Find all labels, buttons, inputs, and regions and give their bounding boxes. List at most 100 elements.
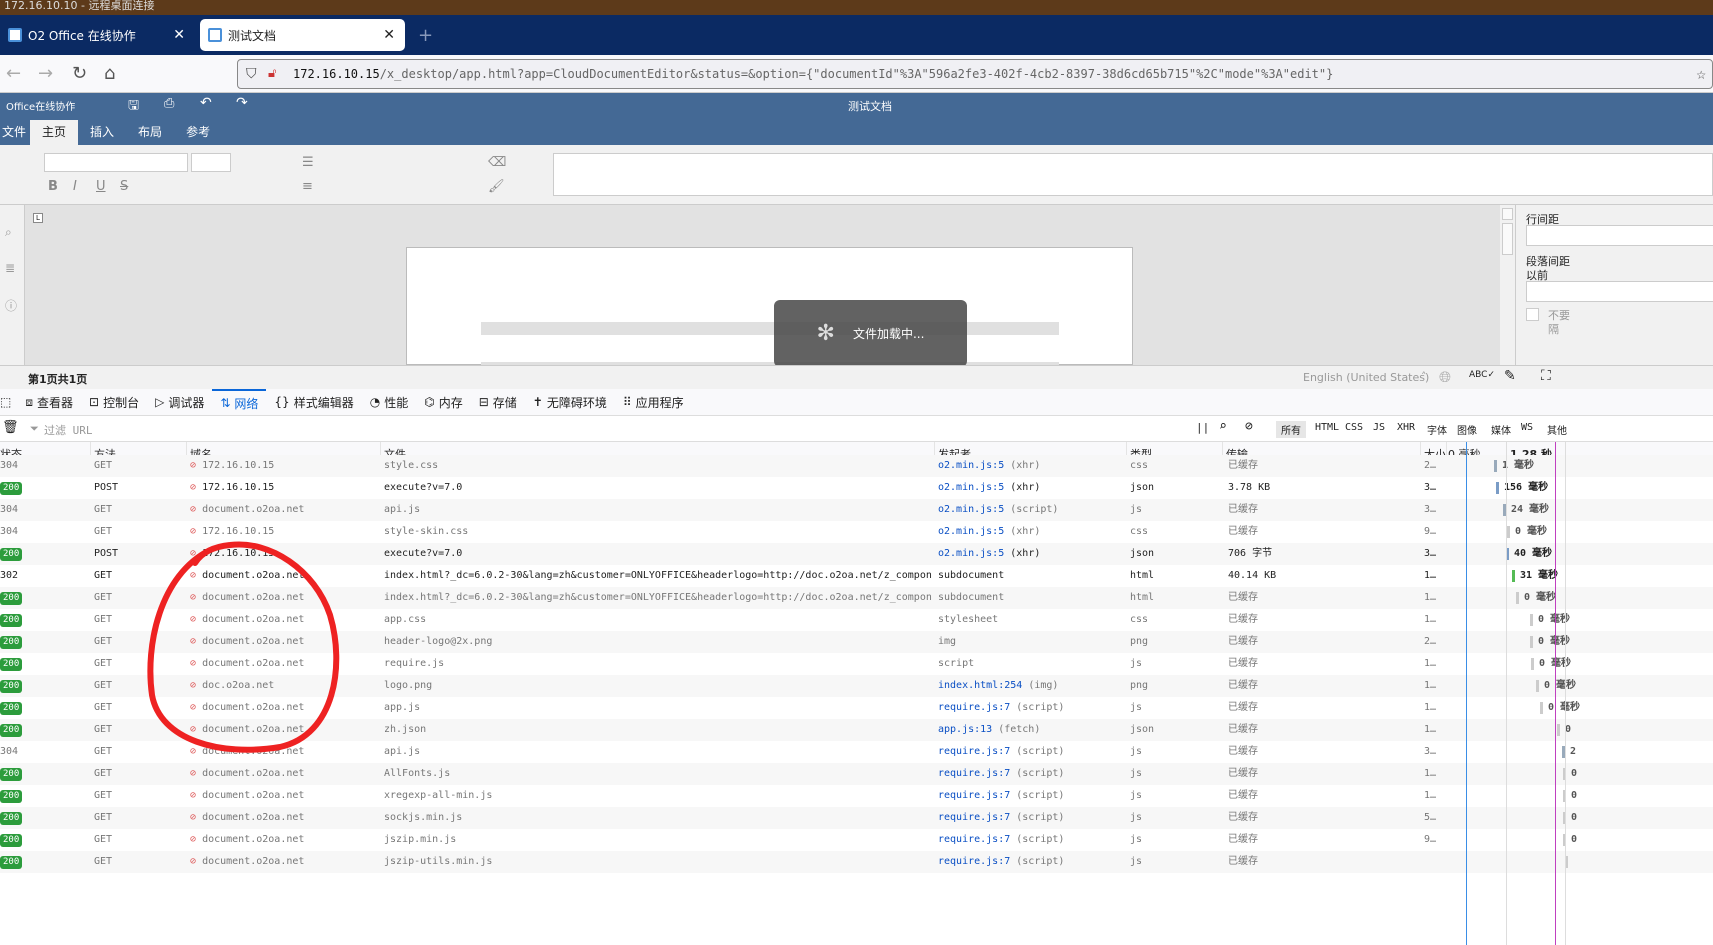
spellcheck-icon[interactable]: ABC✓ <box>1469 370 1495 380</box>
initiator-link[interactable]: o2.min.js:5 <box>938 482 1004 493</box>
block-icon[interactable]: ⊘ <box>1245 419 1253 434</box>
initiator-link[interactable]: o2.min.js:5 <box>938 548 1004 559</box>
initiator-link[interactable]: o2.min.js:5 <box>938 460 1004 471</box>
devtools-tab-2[interactable]: ▷ 调试器 <box>147 389 212 416</box>
type-filter-1[interactable]: HTML <box>1310 421 1344 434</box>
initiator-link[interactable]: require.js:7 <box>938 834 1010 845</box>
request-row[interactable]: 200 GET ⊘ document.o2oa.net jszip-utils.min… <box>0 851 1713 873</box>
globe-icon[interactable]: 🌐︎ <box>1439 368 1451 386</box>
tab-label: O2 Office 在线协作 <box>28 28 136 43</box>
element-picker-icon[interactable]: ⬚ <box>0 389 17 416</box>
type-filter-9[interactable]: 其他 <box>1542 421 1572 438</box>
insecure-lock-icon[interactable]: 🔓︎ <box>268 60 276 88</box>
close-icon[interactable]: ✕ <box>173 27 185 43</box>
initiator-link[interactable]: require.js:7 <box>938 790 1010 801</box>
line-spacing-input[interactable] <box>1526 225 1713 246</box>
bookmark-star-icon[interactable]: ☆ <box>1696 60 1706 88</box>
menu-insert[interactable]: 插入 <box>78 120 126 145</box>
initiator-link[interactable]: require.js:7 <box>938 746 1010 757</box>
info-icon[interactable]: ⓘ <box>5 297 17 314</box>
trash-icon[interactable]: 🗑︎ <box>2 420 19 435</box>
close-icon[interactable]: ✕ <box>383 27 395 43</box>
browser-tab-o2[interactable]: O2 Office 在线协作 ✕ <box>0 19 195 51</box>
reload-icon[interactable]: ↻ <box>72 63 87 84</box>
initiator-link[interactable]: require.js:7 <box>938 856 1010 867</box>
devtools-tab-3[interactable]: ⇅ 网络 <box>212 388 267 416</box>
status-badge: 200 <box>0 592 23 605</box>
fit-page-icon[interactable]: ⛶ <box>1541 368 1551 384</box>
type-filter-2[interactable]: CSS <box>1340 421 1368 434</box>
devtools-tab-4[interactable]: {} 样式编辑器 <box>266 389 361 416</box>
menu-file[interactable]: 文件 <box>0 120 30 145</box>
vertical-scrollbar[interactable] <box>1500 205 1515 365</box>
styles-gallery[interactable] <box>553 153 1713 196</box>
request-row[interactable]: 200 GET ⊘ document.o2oa.net sockjs.min.js re… <box>0 807 1713 829</box>
devtools-tab-5[interactable]: ◔ 性能 <box>362 389 417 416</box>
initiator-link[interactable]: require.js:7 <box>938 702 1010 713</box>
type-filter-4[interactable]: XHR <box>1392 421 1420 434</box>
insecure-icon: ⊘ <box>190 460 197 471</box>
align-left-icon[interactable]: ≡ <box>302 179 313 194</box>
chevron-up-icon[interactable]: ˄ <box>1421 370 1427 383</box>
italic-icon[interactable]: I <box>73 179 77 194</box>
type-filter-5[interactable]: 字体 <box>1422 421 1452 438</box>
devtools-tab-1[interactable]: ⊡ 控制台 <box>81 389 147 416</box>
new-tab-button[interactable]: + <box>410 19 441 51</box>
devtools-tab-7[interactable]: ⊟ 存储 <box>471 389 525 416</box>
format-painter-icon[interactable]: 🖌︎ <box>488 179 505 194</box>
request-row[interactable]: 200 GET ⊘ document.o2oa.net xregexp-all-min… <box>0 785 1713 807</box>
devtools-tab-9[interactable]: ⠿ 应用程序 <box>615 389 692 416</box>
timing: 31 毫秒 <box>1520 570 1559 581</box>
request-row[interactable]: 304 GET ⊘ document.o2oa.net api.js o2.min.js… <box>0 499 1713 521</box>
font-name-select[interactable] <box>44 153 188 172</box>
search-icon[interactable]: ⌕ <box>5 225 12 240</box>
home-icon[interactable]: ⌂ <box>104 63 115 84</box>
browser-tab-doc[interactable]: 测试文档 ✕ <box>200 19 405 51</box>
print-icon[interactable]: ⎙ <box>164 96 174 111</box>
menu-home[interactable]: 主页 <box>30 120 79 145</box>
tab-stop-icon[interactable]: L <box>33 213 43 223</box>
save-icon[interactable]: 🖫︎ <box>128 96 139 118</box>
devtools-tab-0[interactable]: ⧈ 查看器 <box>17 389 81 416</box>
initiator-link[interactable]: require.js:7 <box>938 812 1010 823</box>
url-bar[interactable]: ⛉ 🔓︎ 172.16.10.15/x_desktop/app.html?app… <box>237 59 1713 89</box>
undo-icon[interactable]: ↶ <box>200 95 212 111</box>
underline-icon[interactable]: U <box>96 179 106 194</box>
forward-icon[interactable]: → <box>38 63 53 84</box>
pause-icon[interactable]: || <box>1196 421 1209 434</box>
initiator-link[interactable]: app.js:13 <box>938 724 992 735</box>
status-badge: 200 <box>0 702 23 715</box>
clear-format-icon[interactable]: ⌫ <box>488 155 506 170</box>
type-filter-0[interactable]: 所有 <box>1276 421 1306 438</box>
devtools-tab-8[interactable]: ✝ 无障碍环境 <box>525 389 615 416</box>
type-filter-6[interactable]: 图像 <box>1452 421 1482 438</box>
type-filter-7[interactable]: 媒体 <box>1486 421 1516 438</box>
track-changes-icon[interactable]: ✎ <box>1504 368 1516 384</box>
type-filter-3[interactable]: JS <box>1368 421 1390 434</box>
menu-layout[interactable]: 布局 <box>126 120 174 145</box>
document-page[interactable] <box>406 247 1133 366</box>
initiator-link[interactable]: require.js:7 <box>938 768 1010 779</box>
search-icon[interactable]: ⌕ <box>1219 419 1227 434</box>
type-filter-8[interactable]: WS <box>1516 421 1538 434</box>
request-row[interactable]: 200 POST ⊘ 172.16.10.15 execute?v=7.0 o2.min… <box>0 477 1713 499</box>
dont-add-interval-checkbox[interactable] <box>1526 308 1539 321</box>
strikethrough-icon[interactable]: S <box>120 179 128 194</box>
language-select[interactable]: English (United States) <box>1303 371 1429 384</box>
back-icon[interactable]: ← <box>6 63 21 84</box>
bullets-icon[interactable]: ☰ <box>302 155 314 170</box>
devtools-tab-6[interactable]: ⌬ 内存 <box>416 389 471 416</box>
request-row[interactable]: 200 GET ⊘ document.o2oa.net AllFonts.js requ… <box>0 763 1713 785</box>
request-row[interactable]: 200 GET ⊘ document.o2oa.net jszip.min.js req… <box>0 829 1713 851</box>
menu-references[interactable]: 参考 <box>174 120 222 145</box>
navigation-icon[interactable]: ≣ <box>5 261 15 275</box>
spacing-before-input[interactable] <box>1526 281 1713 302</box>
font-size-select[interactable] <box>191 153 231 172</box>
redo-icon[interactable]: ↷ <box>236 95 248 111</box>
filter-url-input[interactable]: 过滤 URL <box>44 422 93 438</box>
initiator-link[interactable]: o2.min.js:5 <box>938 526 1004 537</box>
request-row[interactable]: 304 GET ⊘ 172.16.10.15 style.css o2.min.js:5… <box>0 455 1713 477</box>
bold-icon[interactable]: B <box>48 179 58 194</box>
initiator-link[interactable]: o2.min.js:5 <box>938 504 1004 515</box>
initiator-link[interactable]: index.html:254 <box>938 680 1022 691</box>
